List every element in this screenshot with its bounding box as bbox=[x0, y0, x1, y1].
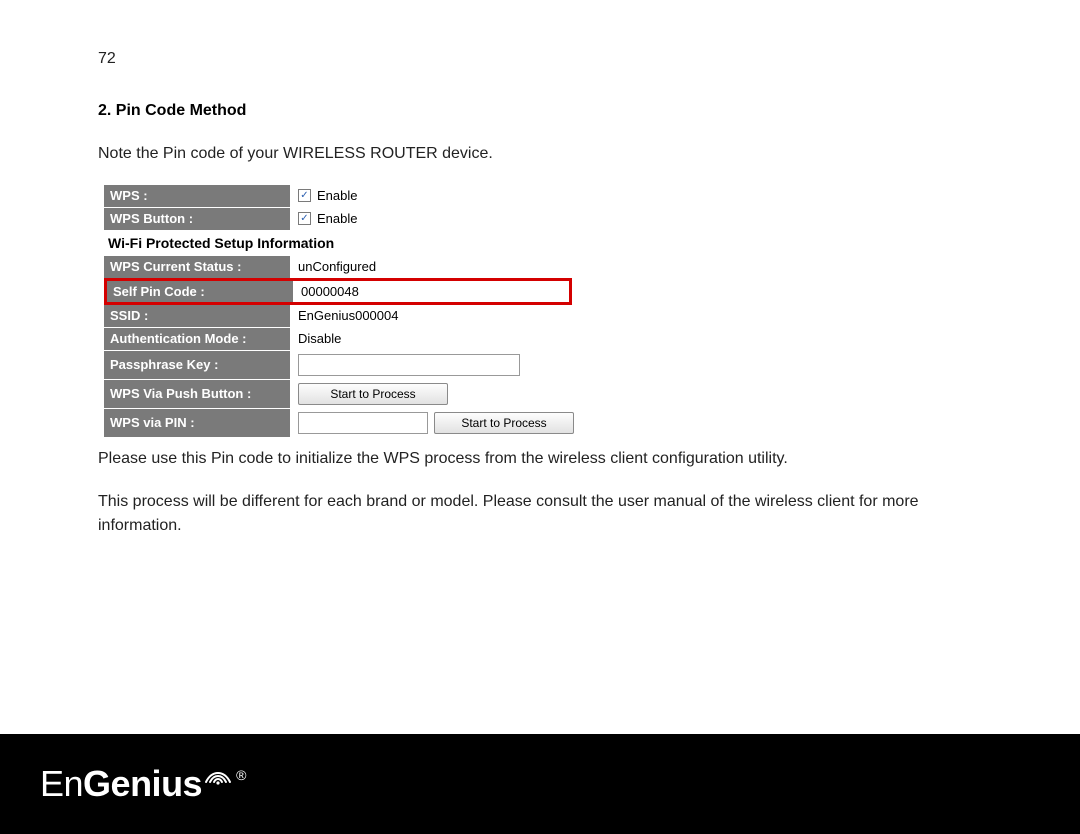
wps-checkbox[interactable]: ✓ bbox=[298, 189, 311, 202]
wps-status-label: WPS Current Status : bbox=[104, 256, 290, 278]
intro-paragraph: Note the Pin code of your WIRELESS ROUTE… bbox=[98, 142, 960, 167]
push-button-row: WPS Via Push Button : Start to Process bbox=[104, 380, 572, 408]
section-heading: 2. Pin Code Method bbox=[98, 102, 960, 120]
wps-pin-input[interactable] bbox=[298, 412, 428, 434]
push-button-cell: Start to Process bbox=[290, 380, 572, 408]
ssid-row: SSID : EnGenius000004 bbox=[104, 305, 572, 327]
footer: EnGenius ® bbox=[0, 734, 1080, 834]
paragraph-3: This process will be different for each … bbox=[98, 490, 960, 540]
auth-row: Authentication Mode : Disable bbox=[104, 328, 572, 350]
auth-label: Authentication Mode : bbox=[104, 328, 290, 350]
wps-button-label: WPS Button : bbox=[104, 208, 290, 230]
wps-enable-text: Enable bbox=[317, 188, 357, 203]
wps-button-value-cell: ✓ Enable bbox=[290, 208, 572, 230]
page-content: 72 2. Pin Code Method Note the Pin code … bbox=[0, 0, 960, 539]
push-button-label: WPS Via Push Button : bbox=[104, 380, 290, 408]
start-process-push-button[interactable]: Start to Process bbox=[298, 383, 448, 405]
wps-value-cell: ✓ Enable bbox=[290, 185, 572, 207]
self-pin-label: Self Pin Code : bbox=[107, 281, 293, 302]
wps-button-checkbox[interactable]: ✓ bbox=[298, 212, 311, 225]
wps-section-title: Wi-Fi Protected Setup Information bbox=[104, 230, 572, 256]
paragraph-2: Please use this Pin code to initialize t… bbox=[98, 447, 960, 472]
ssid-label: SSID : bbox=[104, 305, 290, 327]
wps-table: WPS : ✓ Enable WPS Button : ✓ Enable Wi-… bbox=[104, 185, 572, 437]
page-number: 72 bbox=[98, 50, 960, 68]
self-pin-row-highlight: Self Pin Code : 00000048 bbox=[104, 278, 572, 305]
ssid-value: EnGenius000004 bbox=[290, 305, 572, 327]
wps-via-pin-label: WPS via PIN : bbox=[104, 409, 290, 437]
wifi-icon bbox=[204, 753, 232, 795]
passphrase-input[interactable] bbox=[298, 354, 520, 376]
brand-part1: En bbox=[40, 763, 83, 805]
passphrase-row: Passphrase Key : bbox=[104, 351, 572, 379]
wps-row: WPS : ✓ Enable bbox=[104, 185, 572, 207]
wps-status-value: unConfigured bbox=[290, 256, 572, 278]
brand-part2: Genius bbox=[83, 763, 202, 805]
passphrase-label: Passphrase Key : bbox=[104, 351, 290, 379]
registered-mark: ® bbox=[236, 767, 246, 783]
start-process-pin-button[interactable]: Start to Process bbox=[434, 412, 574, 434]
self-pin-value: 00000048 bbox=[293, 281, 569, 302]
brand-logo: EnGenius ® bbox=[40, 763, 244, 805]
wps-label: WPS : bbox=[104, 185, 290, 207]
wps-via-pin-row: WPS via PIN : Start to Process bbox=[104, 409, 572, 437]
wps-status-row: WPS Current Status : unConfigured bbox=[104, 256, 572, 278]
wps-button-row: WPS Button : ✓ Enable bbox=[104, 208, 572, 230]
passphrase-cell bbox=[290, 351, 572, 379]
wps-via-pin-cell: Start to Process bbox=[290, 409, 574, 437]
wps-button-enable-text: Enable bbox=[317, 211, 357, 226]
auth-value: Disable bbox=[290, 328, 572, 350]
